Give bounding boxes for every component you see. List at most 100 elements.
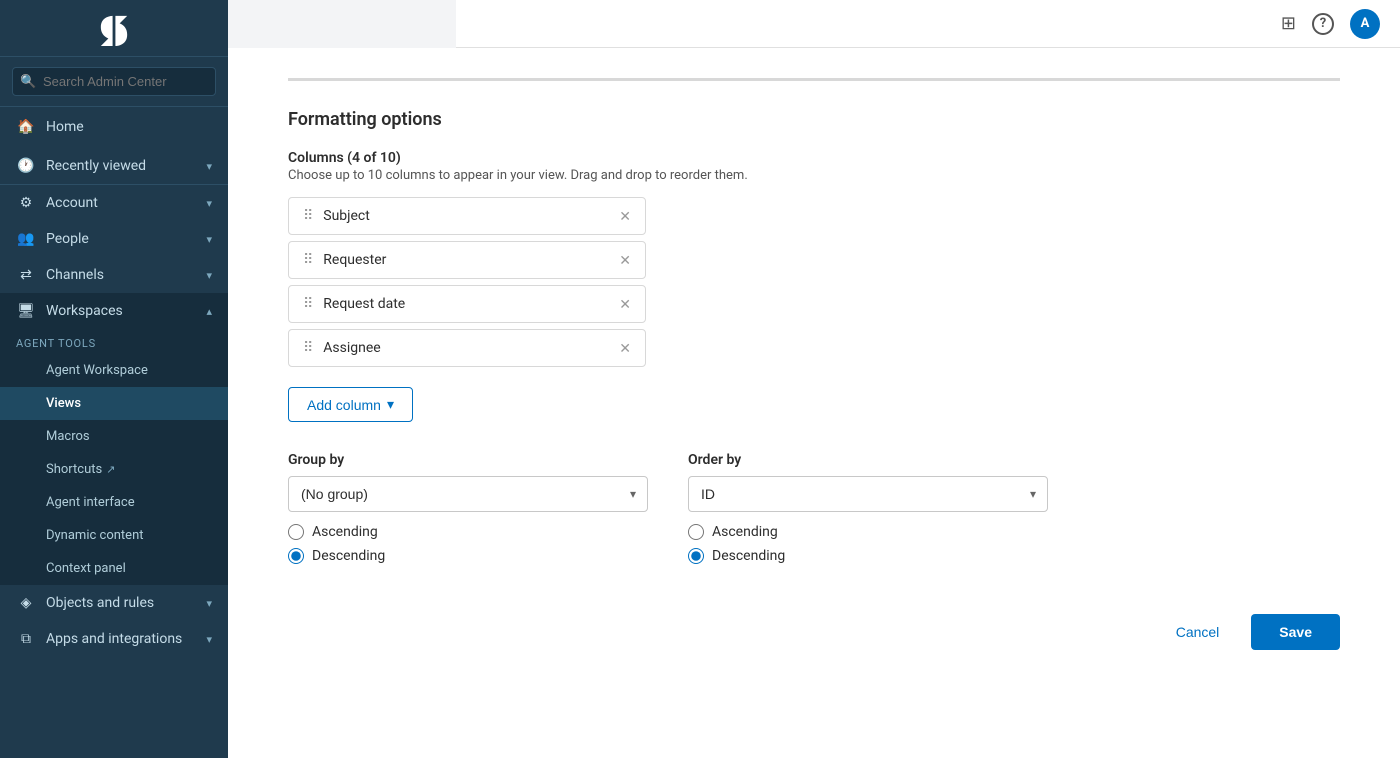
group-ascending-label: Ascending	[312, 524, 378, 540]
column-item-subject[interactable]: ⠿ Subject ✕	[288, 197, 646, 235]
column-name-assignee: Assignee	[323, 340, 619, 356]
group-ascending-option[interactable]: Ascending	[288, 524, 648, 540]
objects-rules-label: Objects and rules	[46, 595, 196, 611]
views-label: Views	[46, 396, 81, 411]
chevron-down-icon: ▾	[206, 197, 212, 210]
order-ascending-radio[interactable]	[688, 524, 704, 540]
objects-icon: ◈	[16, 595, 36, 611]
channels-icon: ⇄	[16, 267, 36, 283]
column-item-request-date[interactable]: ⠿ Request date ✕	[288, 285, 646, 323]
sidebar-logo	[0, 0, 228, 57]
remove-requester-button[interactable]: ✕	[619, 253, 631, 267]
remove-request-date-button[interactable]: ✕	[619, 297, 631, 311]
cancel-button[interactable]: Cancel	[1156, 614, 1240, 650]
chevron-down-icon: ▾	[206, 633, 212, 646]
sidebar-item-views[interactable]: Views	[0, 387, 228, 420]
sidebar-item-apps-integrations[interactable]: ⧉ Apps and integrations ▾	[0, 621, 228, 657]
drag-handle-icon: ⠿	[303, 296, 313, 312]
drag-handle-icon: ⠿	[303, 252, 313, 268]
group-by-select-wrap: (No group) Status Assignee Group Priorit…	[288, 476, 648, 512]
sidebar-item-macros[interactable]: Macros	[0, 420, 228, 453]
sidebar-item-recently-viewed[interactable]: 🕐 Recently viewed ▾	[0, 148, 228, 185]
workspaces-icon: 🖥	[16, 303, 36, 319]
columns-subtitle: Choose up to 10 columns to appear in you…	[288, 168, 1340, 183]
order-by-section: Order by ID Status Priority Created Upda…	[688, 452, 1048, 564]
column-name-requester: Requester	[323, 252, 619, 268]
sidebar-item-home[interactable]: 🏠 Home	[0, 107, 228, 148]
main-content: Formatting options Columns (4 of 10) Cho…	[228, 48, 1400, 758]
search-input[interactable]	[12, 67, 216, 96]
sidebar-item-agent-interface[interactable]: Agent interface	[0, 486, 228, 519]
chevron-down-icon: ▾	[206, 269, 212, 282]
order-descending-label: Descending	[712, 548, 785, 564]
remove-assignee-button[interactable]: ✕	[619, 341, 631, 355]
grid-icon[interactable]: ⊞	[1281, 13, 1296, 34]
order-descending-radio[interactable]	[688, 548, 704, 564]
group-order-row: Group by (No group) Status Assignee Grou…	[288, 452, 1340, 564]
drag-handle-icon: ⠿	[303, 340, 313, 356]
add-column-label: Add column	[307, 397, 381, 413]
order-ascending-label: Ascending	[712, 524, 778, 540]
sidebar-item-channels[interactable]: ⇄ Channels ▾	[0, 257, 228, 293]
page-title: Formatting options	[288, 109, 1340, 130]
remove-subject-button[interactable]: ✕	[619, 209, 631, 223]
group-by-select[interactable]: (No group) Status Assignee Group Priorit…	[288, 476, 648, 512]
order-ascending-option[interactable]: Ascending	[688, 524, 1048, 540]
chevron-down-icon: ▾	[387, 396, 394, 413]
group-descending-label: Descending	[312, 548, 385, 564]
sidebar-item-workspaces[interactable]: 🖥 Workspaces ▴	[0, 293, 228, 329]
group-descending-option[interactable]: Descending	[288, 548, 648, 564]
account-icon: ⚙	[16, 195, 36, 211]
recently-viewed-label: Recently viewed	[46, 158, 196, 174]
column-name-subject: Subject	[323, 208, 619, 224]
sidebar-item-people[interactable]: 👥 People ▾	[0, 221, 228, 257]
shortcuts-external-icon: ↗	[106, 463, 115, 476]
help-icon[interactable]: ?	[1312, 13, 1334, 35]
group-descending-radio[interactable]	[288, 548, 304, 564]
top-divider	[288, 78, 1340, 81]
sidebar-item-shortcuts[interactable]: Shortcuts ↗	[0, 453, 228, 486]
group-by-section: Group by (No group) Status Assignee Grou…	[288, 452, 648, 564]
account-label: Account	[46, 195, 196, 211]
sidebar-item-context-panel[interactable]: Context panel	[0, 552, 228, 585]
agent-interface-label: Agent interface	[46, 495, 135, 510]
column-name-request-date: Request date	[323, 296, 619, 312]
chevron-up-icon: ▴	[206, 305, 212, 318]
avatar[interactable]: A	[1350, 9, 1380, 39]
add-column-button[interactable]: Add column ▾	[288, 387, 413, 422]
sidebar-item-objects-rules[interactable]: ◈ Objects and rules ▾	[0, 585, 228, 621]
chevron-down-icon: ▾	[206, 597, 212, 610]
drag-handle-icon: ⠿	[303, 208, 313, 224]
column-list: ⠿ Subject ✕ ⠿ Requester ✕ ⠿ Request date…	[288, 197, 1340, 367]
people-label: People	[46, 231, 196, 247]
columns-title: Columns (4 of 10)	[288, 150, 1340, 166]
save-button[interactable]: Save	[1251, 614, 1340, 650]
apps-integrations-label: Apps and integrations	[46, 631, 196, 647]
order-by-radio-group: Ascending Descending	[688, 524, 1048, 564]
chevron-down-icon: ▾	[206, 233, 212, 246]
order-by-select[interactable]: ID Status Priority Created Updated Reque…	[688, 476, 1048, 512]
agent-workspace-label: Agent Workspace	[46, 363, 148, 378]
sidebar-search: 🔍	[0, 57, 228, 107]
footer-actions: Cancel Save	[288, 614, 1340, 650]
order-by-select-wrap: ID Status Priority Created Updated Reque…	[688, 476, 1048, 512]
shortcuts-label: Shortcuts	[46, 462, 102, 477]
agent-tools-section: Agent tools	[0, 329, 228, 354]
people-icon: 👥	[16, 231, 36, 247]
topbar: ⊞ ? A	[456, 0, 1400, 48]
group-ascending-radio[interactable]	[288, 524, 304, 540]
home-icon: 🏠	[16, 119, 36, 135]
column-item-requester[interactable]: ⠿ Requester ✕	[288, 241, 646, 279]
sidebar-home-label: Home	[46, 119, 212, 135]
apps-icon: ⧉	[16, 631, 36, 647]
order-descending-option[interactable]: Descending	[688, 548, 1048, 564]
sidebar: 🔍 🏠 Home 🕐 Recently viewed ▾ ⚙ Account ▾…	[0, 0, 228, 758]
channels-label: Channels	[46, 267, 196, 283]
content-area: ⊞ ? A Formatting options Columns (4 of 1…	[228, 0, 1400, 758]
sidebar-item-agent-workspace[interactable]: Agent Workspace	[0, 354, 228, 387]
zendesk-logo-icon	[91, 14, 137, 46]
sidebar-item-account[interactable]: ⚙ Account ▾	[0, 185, 228, 221]
group-by-radio-group: Ascending Descending	[288, 524, 648, 564]
column-item-assignee[interactable]: ⠿ Assignee ✕	[288, 329, 646, 367]
sidebar-item-dynamic-content[interactable]: Dynamic content	[0, 519, 228, 552]
